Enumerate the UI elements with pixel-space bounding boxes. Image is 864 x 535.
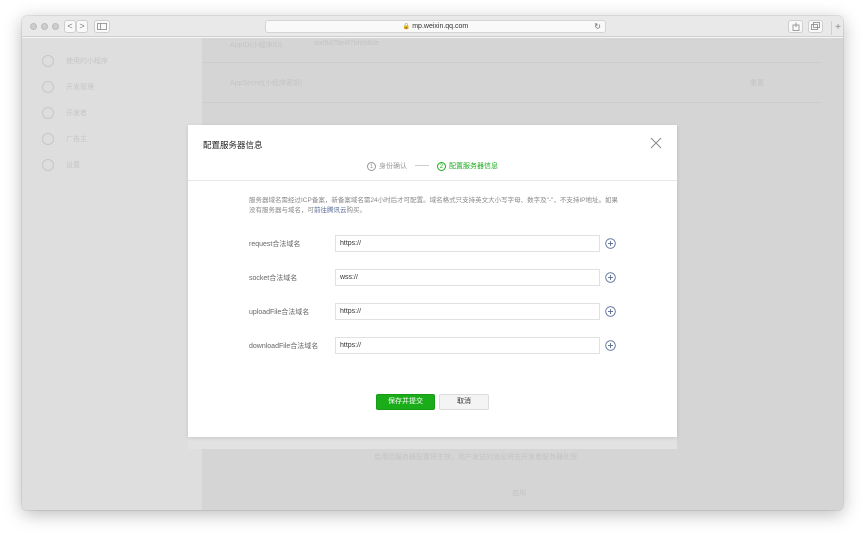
bg-appid-value: wxf9d79e4f7bfeb8de	[314, 40, 379, 47]
close-icon[interactable]	[650, 137, 662, 149]
background-sidebar: 使用的小程序 开发管理 开发者 广告主 设置	[22, 38, 202, 510]
save-submit-button[interactable]: 保存并提交	[376, 394, 435, 410]
url-text: mp.weixin.qq.com	[412, 23, 469, 30]
bg-divider	[202, 102, 822, 103]
dialog-divider	[188, 180, 677, 181]
bg-appid-label: AppID(小程序ID)	[230, 42, 283, 49]
step-1: 1 身份确认	[367, 161, 407, 171]
bg-sidebar-item: 开发管理	[42, 80, 94, 94]
bg-sidebar-item: 设置	[42, 158, 80, 172]
step-2: 2 配置服务器信息	[436, 161, 498, 171]
reload-icon[interactable]: ↻	[594, 21, 601, 32]
plus-circle-icon[interactable]	[605, 306, 616, 317]
step-number: 1	[367, 161, 377, 171]
plus-circle-icon[interactable]	[605, 340, 616, 351]
upload-domain-input[interactable]	[335, 303, 600, 320]
share-icon	[792, 22, 799, 31]
bg-sidebar-icon	[42, 55, 54, 67]
download-domain-input[interactable]	[335, 337, 600, 354]
request-domain-input[interactable]	[335, 235, 600, 252]
sidebar-icon	[97, 23, 107, 30]
tabs-icon	[811, 22, 820, 30]
share-button[interactable]	[788, 20, 803, 33]
socket-domain-input[interactable]	[335, 269, 600, 286]
browser-window: < > 🔒 mp.weixin.qq.com ↻ + 使用的小程序 开发管理 开发…	[22, 16, 843, 510]
bg-sidebar-item: 广告主	[42, 132, 87, 146]
bg-sidebar-icon	[42, 81, 54, 93]
close-window-button[interactable]	[30, 23, 37, 30]
new-tab-button[interactable]: +	[831, 21, 843, 35]
step-number: 2	[436, 161, 446, 171]
address-bar[interactable]: 🔒 mp.weixin.qq.com ↻	[265, 20, 606, 33]
bg-appsecret-label: AppSecret(小程序密钥)	[230, 80, 303, 87]
browser-toolbar: < > 🔒 mp.weixin.qq.com ↻ +	[22, 16, 843, 37]
bg-reset-link: 重置	[750, 80, 764, 87]
bg-notice-text: 启用后服务器配置将生效，用户发送的消息将由开发者服务器处理	[374, 454, 577, 461]
step-label: 配置服务器信息	[448, 163, 498, 170]
bg-sidebar-icon	[42, 107, 54, 119]
request-domain-label: request合法域名	[249, 241, 301, 248]
bg-divider	[202, 62, 822, 63]
back-button[interactable]: <	[64, 20, 76, 33]
page-content: 使用的小程序 开发管理 开发者 广告主 设置 AppID(小程序ID) wxf9…	[22, 38, 843, 510]
plus-circle-icon[interactable]	[605, 238, 616, 249]
bg-sidebar-icon	[42, 133, 54, 145]
download-domain-label: downloadFile合法域名	[249, 343, 319, 350]
bg-enable-button: 启用	[512, 490, 526, 497]
bg-sidebar-icon	[42, 159, 54, 171]
upload-domain-label: uploadFile合法域名	[249, 309, 310, 316]
dialog-title: 配置服务器信息	[203, 140, 263, 150]
minimize-window-button[interactable]	[41, 23, 48, 30]
tabs-button[interactable]	[808, 20, 823, 33]
lock-icon: 🔒	[402, 24, 411, 30]
sidebar-toggle-button[interactable]	[94, 20, 110, 33]
plus-circle-icon[interactable]	[605, 272, 616, 283]
modal-backdrop-panel	[188, 437, 677, 449]
zoom-window-button[interactable]	[52, 23, 59, 30]
step-separator	[415, 165, 429, 167]
domain-description: 服务器域名需经过ICP备案，新备案域名需24小时后才可配置。域名格式只支持英文大…	[249, 197, 618, 214]
forward-button[interactable]: >	[76, 20, 88, 33]
config-server-dialog: 配置服务器信息 1 身份确认 2 配置服务器信息 服务器域名需经过ICP备案，新备案…	[188, 125, 677, 437]
socket-domain-label: socket合法域名	[249, 275, 298, 282]
step-indicator: 1 身份确认 2 配置服务器信息	[188, 161, 677, 171]
tencent-cloud-link[interactable]: 前往腾讯云	[314, 207, 347, 214]
step-label: 身份确认	[379, 163, 408, 170]
cancel-button[interactable]: 取消	[439, 394, 489, 410]
bg-sidebar-item: 使用的小程序	[42, 54, 108, 68]
bg-sidebar-item: 开发者	[42, 106, 87, 120]
